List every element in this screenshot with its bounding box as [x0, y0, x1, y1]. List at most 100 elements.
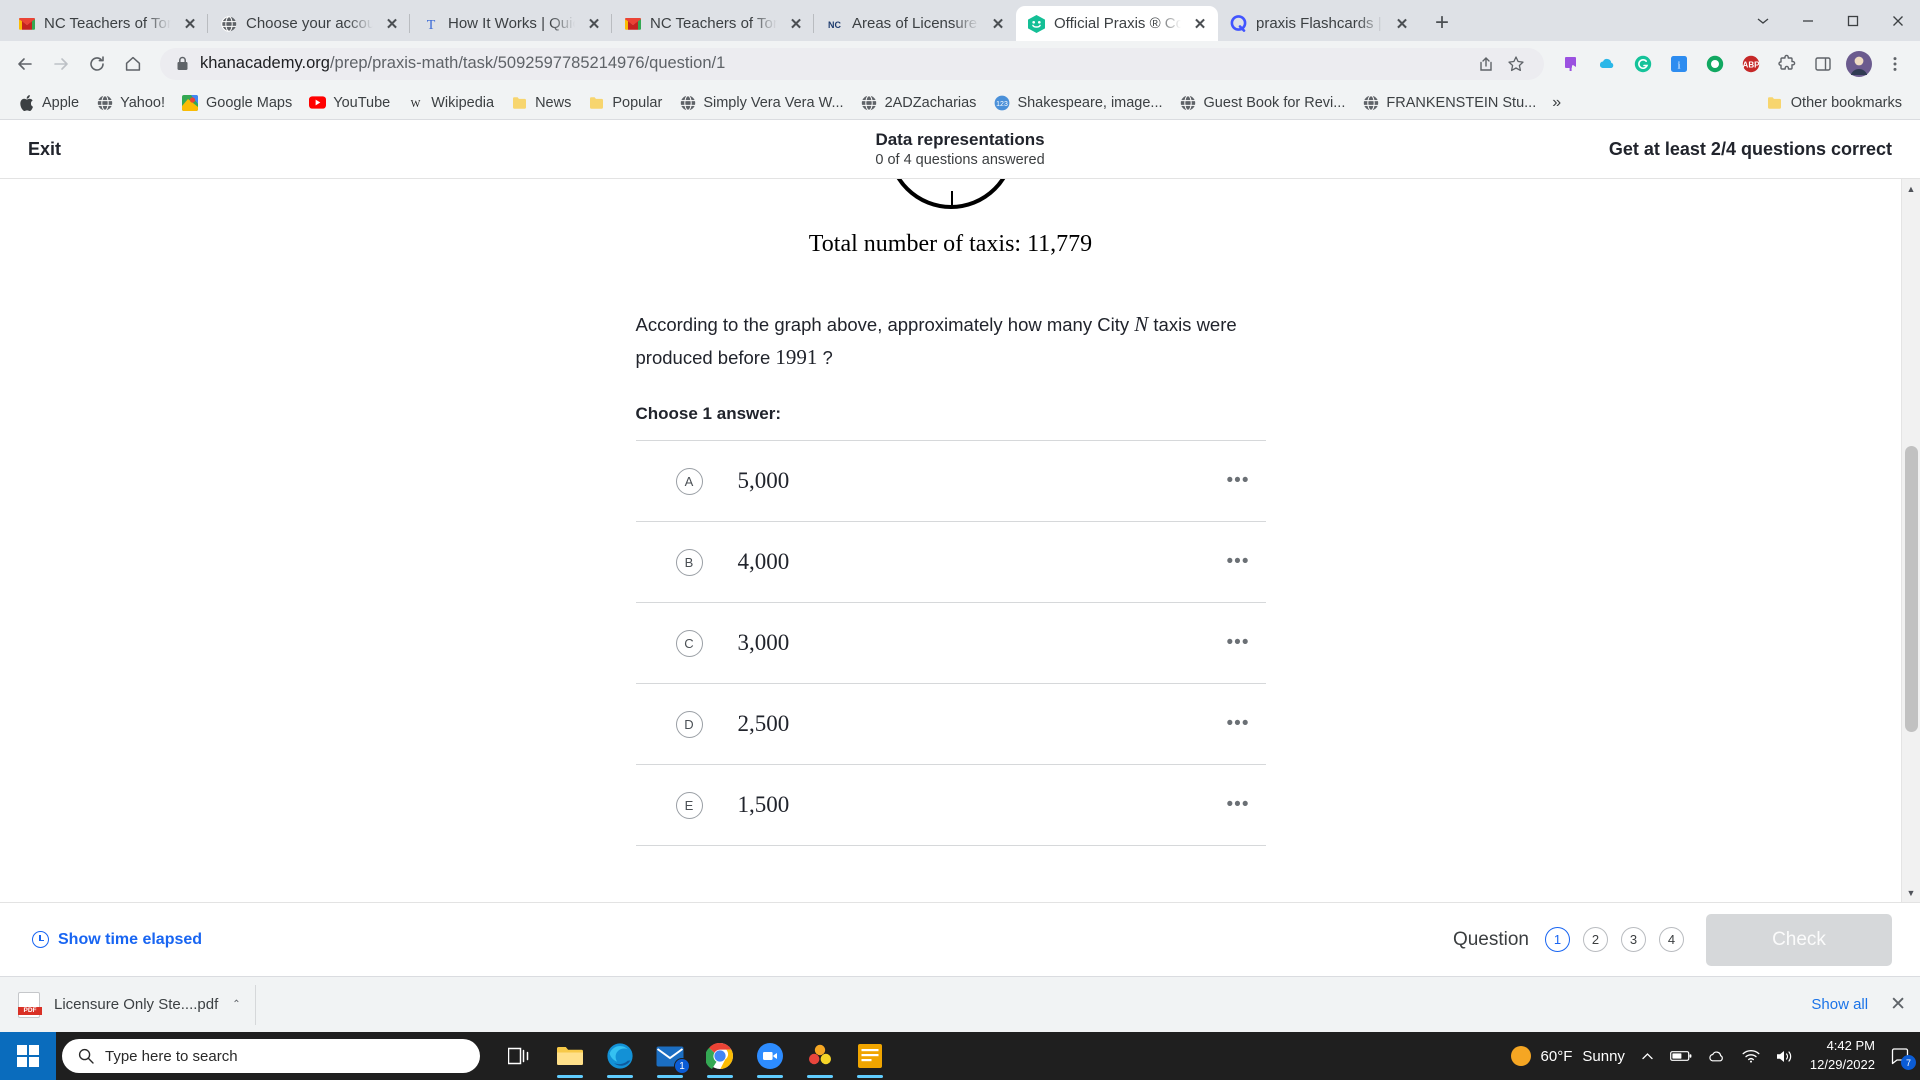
adblock-icon[interactable]: ABP [1734, 47, 1768, 81]
info-icon[interactable]: i [1662, 47, 1696, 81]
answer-choice-d[interactable]: D 2,500 ••• [635, 684, 1266, 766]
new-tab-button[interactable]: + [1425, 6, 1459, 40]
weather-widget[interactable]: 60°F Sunny [1510, 1046, 1625, 1066]
share-icon[interactable] [1472, 50, 1500, 78]
bookmark-star-icon[interactable] [1502, 50, 1530, 78]
home-icon[interactable] [116, 47, 150, 81]
scrollbar-track[interactable] [1902, 198, 1920, 883]
choice-more-icon[interactable]: ••• [1227, 632, 1258, 654]
bookmark-apple[interactable]: Apple [10, 90, 87, 115]
answer-choice-e[interactable]: E 1,500 ••• [635, 765, 1266, 847]
exercise-title-block: Data representations 0 of 4 questions an… [0, 130, 1920, 168]
choice-more-icon[interactable]: ••• [1227, 713, 1258, 735]
tab-close-icon[interactable]: ✕ [584, 14, 604, 34]
mail-icon[interactable]: 1 [648, 1034, 692, 1078]
bookmark-frankenstein[interactable]: FRANKENSTEIN Stu... [1354, 90, 1544, 115]
bookmark-guest-book[interactable]: Guest Book for Revi... [1172, 90, 1354, 115]
bookmark-shakespeare[interactable]: 123 Shakespeare, image... [985, 90, 1170, 115]
browser-tab-title: NC Teachers of Tomorrow [44, 15, 171, 32]
scrollbar-thumb[interactable] [1904, 446, 1918, 732]
choice-more-icon[interactable]: ••• [1227, 551, 1258, 573]
kebab-menu-icon[interactable] [1878, 47, 1912, 81]
chevron-up-icon[interactable] [1640, 1049, 1655, 1064]
choice-more-icon[interactable]: ••• [1227, 794, 1258, 816]
search-input[interactable]: Type here to search [62, 1039, 480, 1073]
file-explorer-icon[interactable] [548, 1034, 592, 1078]
choice-letter: E [675, 791, 703, 819]
tab-close-icon[interactable]: ✕ [180, 14, 200, 34]
browser-tab-3[interactable]: NC Teachers of Tomorrow ✕ [611, 6, 814, 41]
task-view-icon[interactable] [498, 1034, 542, 1078]
bookmarks-overflow-button[interactable]: » [1545, 90, 1568, 116]
show-all-downloads-button[interactable]: Show all [1811, 996, 1868, 1013]
browser-tab-4[interactable]: NC Areas of Licensure | NC ✕ [813, 6, 1016, 41]
bookmark-yahoo[interactable]: Yahoo! [88, 90, 173, 115]
close-shelf-icon[interactable]: ✕ [1890, 993, 1906, 1016]
answer-choice-b[interactable]: B 4,000 ••• [635, 522, 1266, 604]
download-item[interactable]: Licensure Only Ste....pdf ⌃ [18, 984, 256, 1025]
restore-down-icon[interactable] [1740, 0, 1785, 41]
volume-icon[interactable] [1775, 1049, 1795, 1064]
onedrive-icon[interactable] [1707, 1049, 1727, 1063]
close-icon[interactable] [1875, 0, 1920, 41]
back-icon[interactable] [8, 47, 42, 81]
address-bar[interactable]: khanacademy.org/prep/praxis-math/task/50… [160, 47, 1544, 80]
bookmark-simply-vera[interactable]: Simply Vera Vera W... [671, 90, 851, 115]
browser-tab-2[interactable]: T How It Works | Quicken ✕ [409, 6, 612, 41]
notifications-icon[interactable]: 7 [1890, 1046, 1916, 1070]
other-bookmarks-folder[interactable]: Other bookmarks [1759, 90, 1910, 115]
sidepanel-icon[interactable] [1806, 47, 1840, 81]
tab-close-icon[interactable]: ✕ [1392, 14, 1412, 34]
tab-close-icon[interactable]: ✕ [786, 14, 806, 34]
tab-close-icon[interactable]: ✕ [1190, 14, 1210, 34]
tab-close-icon[interactable]: ✕ [382, 14, 402, 34]
taskbar-clock[interactable]: 4:42 PM 12/29/2022 [1810, 1037, 1875, 1075]
download-shelf-actions: Show all ✕ [1811, 993, 1906, 1016]
browser-tab-6[interactable]: praxis Flashcards | Quizlet ✕ [1218, 6, 1420, 41]
cloud-extension-icon[interactable] [1590, 47, 1624, 81]
battery-icon[interactable] [1670, 1049, 1692, 1063]
purple-extension-icon[interactable] [1554, 47, 1588, 81]
minimize-icon[interactable] [1785, 0, 1830, 41]
bookmark-popular-folder[interactable]: Popular [580, 90, 670, 115]
photos-icon[interactable] [798, 1034, 842, 1078]
bookmark-google-maps[interactable]: Google Maps [174, 90, 300, 115]
browser-tab-1[interactable]: Choose your account ✕ [207, 6, 410, 41]
answer-choice-c[interactable]: C 3,000 ••• [635, 603, 1266, 685]
question-text-part3: ? [817, 347, 833, 369]
sticky-notes-icon[interactable] [848, 1034, 892, 1078]
answer-choice-partial[interactable] [636, 846, 1266, 886]
browser-tab-0[interactable]: NC Teachers of Tomorrow ✕ [6, 6, 208, 41]
page-scrollbar[interactable]: ▲ ▼ [1901, 179, 1920, 902]
choice-more-icon[interactable]: ••• [1227, 470, 1258, 492]
chevron-up-icon[interactable]: ⌃ [232, 999, 240, 1010]
check-button[interactable]: Check [1706, 913, 1892, 966]
question-dot-2[interactable]: 2 [1583, 927, 1608, 952]
answer-choice-a[interactable]: A 5,000 ••• [635, 441, 1266, 523]
maximize-icon[interactable] [1830, 0, 1875, 41]
question-dot-3[interactable]: 3 [1621, 927, 1646, 952]
profile-avatar[interactable] [1842, 47, 1876, 81]
microsoft-edge-icon[interactable] [598, 1034, 642, 1078]
question-dot-4[interactable]: 4 [1659, 927, 1684, 952]
puzzle-extensions-icon[interactable] [1770, 47, 1804, 81]
honey-icon[interactable] [1698, 47, 1732, 81]
scroll-down-arrow[interactable]: ▼ [1902, 883, 1920, 902]
windows-start-icon[interactable] [0, 1032, 56, 1080]
bookmark-news-folder[interactable]: News [503, 90, 579, 115]
google-chrome-icon[interactable] [698, 1034, 742, 1078]
forward-icon[interactable] [44, 47, 78, 81]
bookmark-2adzacharias[interactable]: 2ADZacharias [853, 90, 985, 115]
khan-academy-icon [1028, 14, 1045, 33]
grammarly-icon[interactable] [1626, 47, 1660, 81]
wifi-icon[interactable] [1742, 1049, 1760, 1063]
tab-close-icon[interactable]: ✕ [988, 14, 1008, 34]
browser-tab-5-active[interactable]: Official Praxis ® Core P ✕ [1016, 6, 1218, 41]
zoom-icon[interactable] [748, 1034, 792, 1078]
show-time-elapsed-button[interactable]: Show time elapsed [32, 931, 202, 949]
question-dot-1[interactable]: 1 [1545, 927, 1570, 952]
scroll-up-arrow[interactable]: ▲ [1902, 179, 1920, 198]
bookmark-wikipedia[interactable]: W Wikipedia [399, 90, 502, 115]
reload-icon[interactable] [80, 47, 114, 81]
bookmark-youtube[interactable]: YouTube [301, 90, 398, 115]
